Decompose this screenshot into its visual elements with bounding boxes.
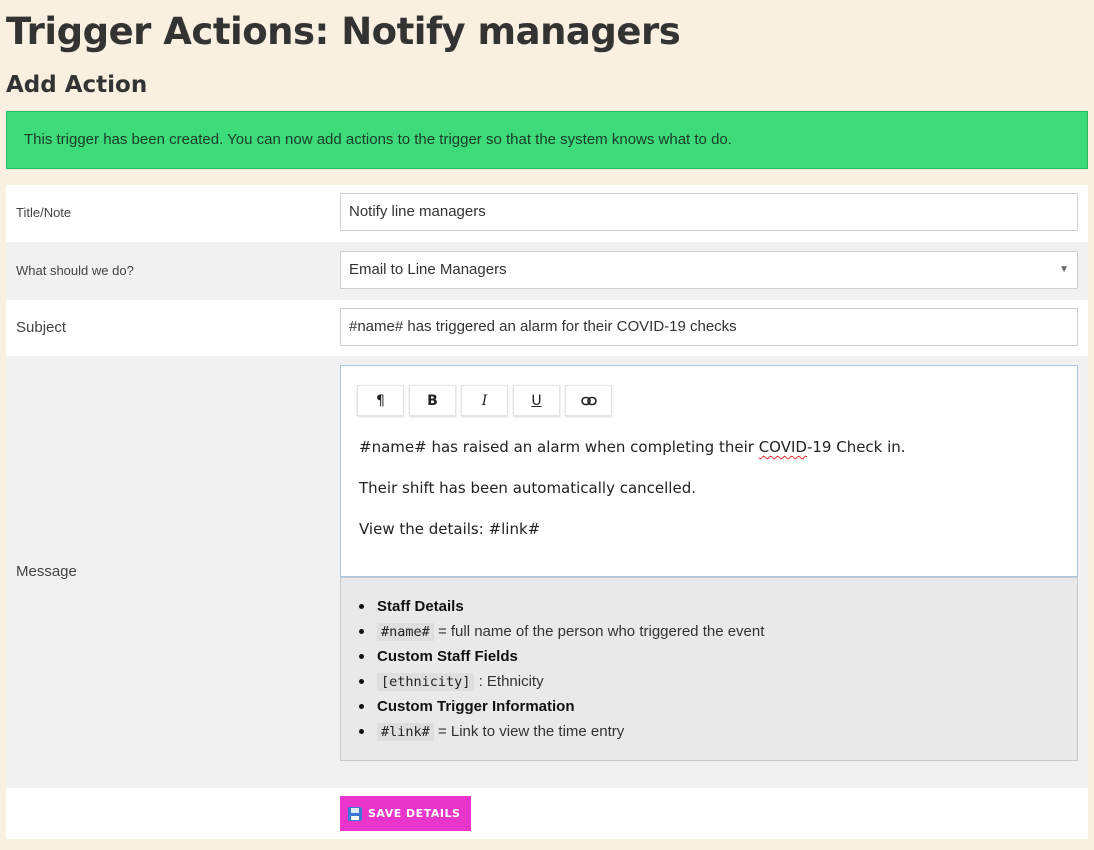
action-label: What should we do?: [16, 263, 134, 278]
italic-icon: I: [481, 392, 488, 409]
section-title: Add Action: [6, 72, 148, 98]
hint-item-link: #link# = Link to view the time entry: [358, 722, 1077, 747]
link-button[interactable]: [565, 385, 612, 416]
subject-input[interactable]: #name# has triggered an alarm for their …: [340, 308, 1078, 346]
placeholder-hints: Staff Details #name# = full name of the …: [340, 577, 1078, 761]
title-row: Title/Note Notify line managers: [6, 185, 1088, 242]
action-select[interactable]: Email to Line Managers ▼: [340, 251, 1078, 289]
editor-line-1: #name# has raised an alarm when completi…: [359, 438, 906, 456]
message-label: Message: [16, 563, 77, 580]
paragraph-button[interactable]: ¶: [357, 385, 404, 416]
title-label: Title/Note: [16, 205, 72, 220]
hint-item-ethnicity: [ethnicity] : Ethnicity: [358, 672, 1077, 697]
success-alert: This trigger has been created. You can n…: [6, 111, 1088, 169]
hint-code-ethnicity: [ethnicity]: [377, 673, 475, 691]
editor-line-3: View the details: #link#: [359, 520, 541, 538]
underline-icon: U: [531, 392, 542, 409]
hint-heading-staff: Staff Details: [358, 597, 1077, 622]
link-icon: [580, 396, 597, 405]
underline-button[interactable]: U: [513, 385, 560, 416]
subject-row: Subject #name# has triggered an alarm fo…: [6, 300, 1088, 356]
hint-heading-custom-staff: Custom Staff Fields: [358, 647, 1077, 672]
message-row: Message ¶ B I U #name# has raised an ala…: [6, 356, 1088, 788]
editor-content[interactable]: #name# has raised an alarm when completi…: [359, 438, 906, 561]
title-input[interactable]: Notify line managers: [340, 193, 1078, 231]
floppy-disk-icon: [348, 806, 362, 821]
hint-heading-custom-trigger: Custom Trigger Information: [358, 697, 1077, 722]
action-select-value: Email to Line Managers: [349, 261, 507, 278]
subject-label: Subject: [16, 319, 67, 336]
hint-code-name: #name#: [377, 623, 434, 641]
message-editor[interactable]: ¶ B I U #name# has raised an alarm when …: [340, 365, 1078, 577]
page-title: Trigger Actions: Notify managers: [6, 10, 681, 53]
editor-line-2: Their shift has been automatically cance…: [359, 479, 696, 497]
save-button-label: SAVE DETAILS: [368, 807, 461, 820]
action-row: What should we do? Email to Line Manager…: [6, 242, 1088, 300]
save-row: SAVE DETAILS: [6, 788, 1088, 839]
chevron-down-icon: ▼: [1059, 264, 1069, 275]
save-button[interactable]: SAVE DETAILS: [340, 796, 471, 831]
misspelled-word: COVID: [758, 438, 807, 456]
bold-button[interactable]: B: [409, 385, 456, 416]
paragraph-icon: ¶: [376, 392, 385, 409]
hint-code-link: #link#: [377, 723, 434, 741]
hint-item-name: #name# = full name of the person who tri…: [358, 622, 1077, 647]
editor-toolbar: ¶ B I U: [357, 385, 612, 416]
bold-icon: B: [427, 392, 438, 409]
italic-button[interactable]: I: [461, 385, 508, 416]
